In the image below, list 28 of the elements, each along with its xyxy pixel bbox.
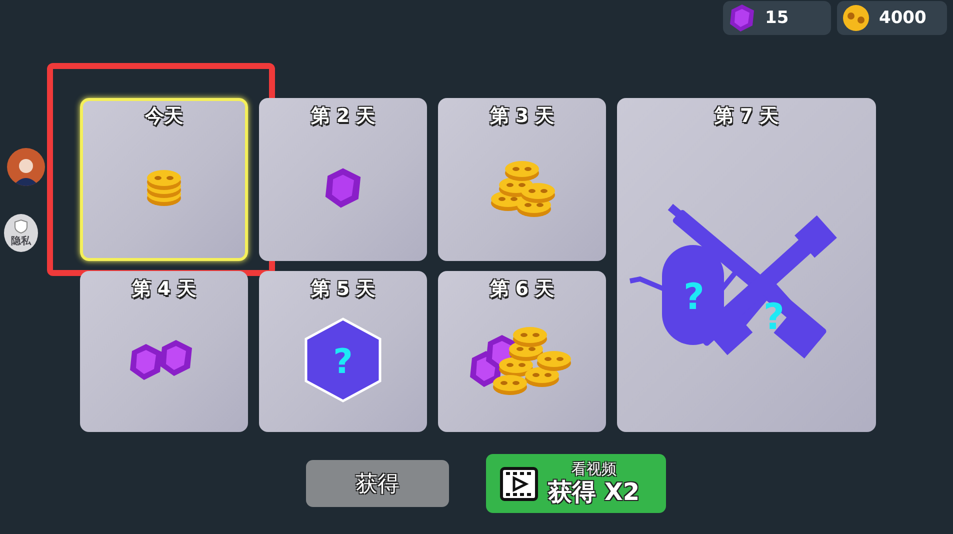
day-label: 第 3 天 — [490, 104, 554, 129]
day-reward-card[interactable]: 第 4 天 — [80, 271, 248, 432]
mystery-weapons-drawing: ? ? — [622, 158, 872, 388]
coin-icon — [841, 3, 871, 33]
privacy-button[interactable]: 隐私 — [4, 214, 38, 252]
avatar-icon[interactable] — [7, 148, 45, 186]
day-reward-card[interactable]: 第 2 天 — [259, 98, 427, 261]
day-reward-card[interactable]: 第 6 天 — [438, 271, 606, 432]
double-reward-label: 获得 X2 — [548, 478, 640, 506]
day-label: 今天 — [145, 104, 183, 129]
day-reward-card[interactable]: 第 5 天 ? — [259, 271, 427, 432]
mystery-hexagon-icon: ? — [304, 317, 382, 403]
day-reward-card[interactable]: 第 3 天 — [438, 98, 606, 261]
gem-icon — [727, 3, 757, 33]
day-reward-card[interactable]: 第 7 天 ? ? — [617, 98, 876, 432]
day-label: 第 2 天 — [310, 104, 376, 129]
claim-button[interactable]: 获得 — [306, 460, 449, 507]
day-label: 第 4 天 — [132, 277, 196, 302]
day-label: 第 7 天 — [714, 104, 779, 129]
watch-video-button[interactable]: 看视频 获得 X2 — [486, 454, 666, 513]
currency-amount: 4000 — [879, 8, 926, 28]
video-caption: 看视频 — [571, 461, 616, 478]
day-label: 第 6 天 — [490, 277, 554, 302]
currency-amount: 15 — [765, 8, 789, 28]
day-reward-card[interactable]: 今天 — [80, 98, 248, 261]
day-label: 第 5 天 — [310, 277, 376, 302]
shield-icon — [14, 218, 28, 234]
video-icon — [500, 466, 538, 500]
